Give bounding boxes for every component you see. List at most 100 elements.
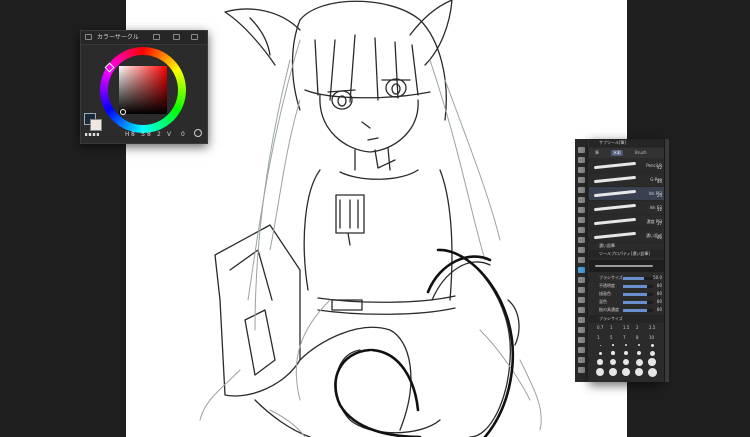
- brush-stroke-preview: [593, 175, 637, 184]
- gradient-tool-icon[interactable]: [578, 217, 585, 223]
- selection-tool-icon[interactable]: [578, 277, 585, 283]
- color-mode-icon[interactable]: [153, 34, 160, 40]
- tool-property-header[interactable]: ツールプロパティ[濃い鉛筆]: [589, 250, 664, 258]
- brush-size-preset[interactable]: [648, 358, 656, 366]
- pencil-tool-icon[interactable]: [578, 157, 585, 163]
- brush-tool-icon[interactable]: [578, 167, 585, 173]
- brush-list-item[interactable]: 濃度 PSI 37: [589, 215, 664, 229]
- stroke-preview: [589, 260, 664, 272]
- layer-move-tool-icon[interactable]: [578, 357, 585, 363]
- brush-size-preset[interactable]: [599, 344, 601, 346]
- brush-size-label: 2.5: [649, 325, 656, 330]
- brush-list-item[interactable]: Ink 52 52: [589, 201, 664, 215]
- airbrush-tool-icon[interactable]: [578, 177, 585, 183]
- brush-size-preset[interactable]: [634, 367, 644, 377]
- eraser-tool-icon[interactable]: [578, 197, 585, 203]
- figure-tool-icon[interactable]: [578, 227, 585, 233]
- brush-size-preset[interactable]: [597, 359, 603, 365]
- saturation-value-square[interactable]: [119, 66, 167, 114]
- brush-size-preset[interactable]: [647, 367, 657, 377]
- tab-watercolor[interactable]: 水彩: [611, 150, 623, 156]
- brush-size-title: ブラシサイズ: [599, 316, 623, 321]
- color-wheel[interactable]: [100, 47, 186, 133]
- property-slider[interactable]: [623, 277, 653, 280]
- tool-property-row[interactable]: 絵の具濃度 80: [589, 306, 664, 314]
- brush-size-preset[interactable]: [636, 350, 642, 356]
- balloon-tool-icon[interactable]: [578, 317, 585, 323]
- transparent-color-swatch[interactable]: [85, 133, 99, 136]
- brush-size-preset[interactable]: [609, 368, 617, 376]
- tool-property-row[interactable]: ブラシサイズ 50.0: [589, 274, 664, 282]
- blend-tool-icon[interactable]: [578, 187, 585, 193]
- selected-brush-label: 濃い鉛筆: [589, 243, 664, 249]
- brush-size-preset[interactable]: [637, 343, 641, 347]
- saturation-value-handle[interactable]: [120, 109, 126, 115]
- tool-property-row[interactable]: 不透明度 80: [589, 282, 664, 290]
- brush-size-preset[interactable]: [611, 351, 615, 355]
- selected-brush-name: 濃い鉛筆: [599, 243, 615, 248]
- brush-list-item[interactable]: 濃い混ぜ 40: [589, 229, 664, 243]
- brush-size-label: 8: [636, 335, 639, 340]
- brush-size-preset[interactable]: [625, 344, 627, 346]
- property-slider[interactable]: [623, 285, 653, 288]
- property-slider[interactable]: [623, 301, 653, 304]
- brush-stroke-preview: [593, 203, 637, 212]
- move-tool-icon[interactable]: [578, 257, 585, 263]
- tab-fude[interactable]: 筆: [593, 150, 601, 156]
- brush-count: 52: [656, 207, 662, 212]
- color-set-icon[interactable]: [191, 34, 198, 40]
- brush-list-item[interactable]: G-Pen 46: [589, 173, 664, 187]
- property-slider[interactable]: [623, 309, 653, 312]
- tool-property-row[interactable]: 混色 80: [589, 298, 664, 306]
- ruler-tool-icon[interactable]: [578, 297, 585, 303]
- property-slider-fill: [623, 293, 647, 296]
- tool-property-row[interactable]: 描画色 80: [589, 290, 664, 298]
- tool-palette: [575, 139, 589, 382]
- val-readout-label: V: [167, 131, 172, 138]
- brush-list-item[interactable]: Ink PSI 20: [589, 187, 664, 201]
- brush-size-preset[interactable]: [612, 344, 614, 346]
- brush-size-preset[interactable]: [650, 343, 654, 347]
- panel-menu-icon[interactable]: [85, 34, 92, 40]
- color-settings-icon[interactable]: [194, 129, 202, 137]
- property-label: ブラシサイズ: [599, 275, 623, 280]
- panel-scroll-strip[interactable]: [665, 139, 669, 382]
- brush-size-preset[interactable]: [598, 351, 602, 355]
- property-slider-fill: [623, 277, 644, 280]
- brush-size-label: 5: [610, 335, 613, 340]
- color-panel-titlebar[interactable]: カラーサークル: [81, 31, 207, 45]
- brush-size-preset[interactable]: [621, 367, 631, 377]
- color-set-tool-icon[interactable]: [578, 367, 585, 373]
- operation-tool-icon[interactable]: [578, 247, 585, 253]
- property-value: 80: [656, 283, 662, 288]
- sub-color-swatch[interactable]: [90, 119, 102, 131]
- zoom-tool-icon[interactable]: [578, 347, 585, 353]
- color-history-icon[interactable]: [173, 34, 180, 40]
- brush-size-header[interactable]: ブラシサイズ: [589, 315, 664, 323]
- brush-size-preset[interactable]: [622, 358, 630, 366]
- brush-list-item[interactable]: Pencil R 42: [589, 159, 664, 173]
- tab-brush[interactable]: Brush: [633, 150, 649, 156]
- brush-count: 37: [656, 221, 662, 226]
- brush-size-label: 7: [623, 335, 626, 340]
- fill-tool-icon[interactable]: [578, 207, 585, 213]
- pen-tool-icon[interactable]: [578, 147, 585, 153]
- sat-readout-value: 8: [147, 131, 151, 138]
- brush-size-preset[interactable]: [610, 359, 616, 365]
- lasso-tool-icon[interactable]: [578, 267, 585, 273]
- hand-tool-icon[interactable]: [578, 337, 585, 343]
- property-value: 80: [656, 291, 662, 296]
- brush-size-preset[interactable]: [635, 358, 643, 366]
- subtool-header[interactable]: サブツール[筆]: [589, 139, 664, 147]
- brush-count: 40: [656, 235, 662, 240]
- brush-size-preset[interactable]: [624, 351, 628, 355]
- eyedropper-tool-icon[interactable]: [578, 287, 585, 293]
- frame-tool-icon[interactable]: [578, 307, 585, 313]
- property-slider[interactable]: [623, 293, 653, 296]
- brush-size-preset[interactable]: [596, 368, 604, 376]
- text-tool-icon[interactable]: [578, 237, 585, 243]
- brush-size-preset[interactable]: [649, 350, 655, 356]
- correct-line-tool-icon[interactable]: [578, 327, 585, 333]
- val-readout-value: 2: [157, 131, 161, 138]
- color-circle-panel: カラーサークル H 8 S 8 2 V 0: [80, 30, 208, 144]
